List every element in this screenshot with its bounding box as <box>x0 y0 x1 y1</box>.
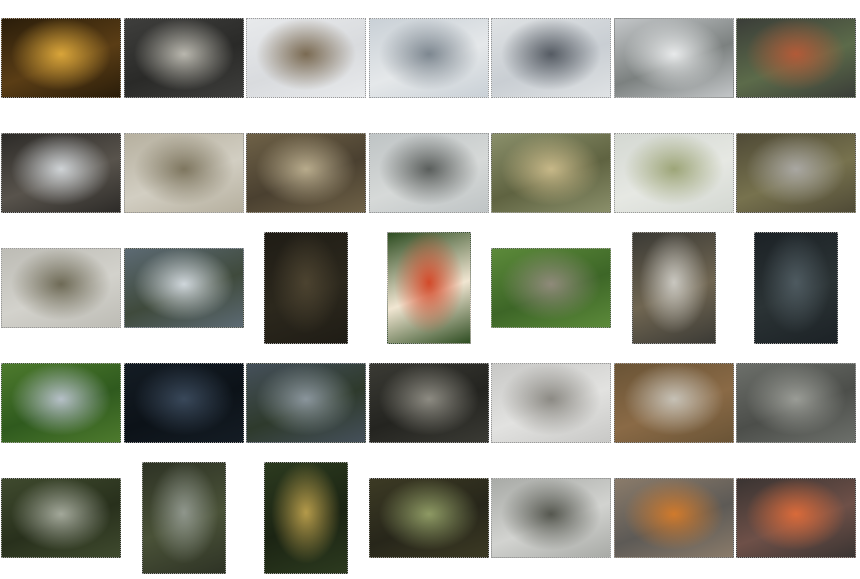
photo-thumbnail-bus-stop-sunset[interactable] <box>613 477 734 558</box>
thumbnail-cell <box>0 230 122 345</box>
photo-thumbnail-graffiti-hut-in-snow[interactable] <box>246 17 366 98</box>
thumbnail-cell <box>123 345 245 460</box>
thumbnail-cell <box>0 0 122 115</box>
photo-thumbnail-frosted-tree[interactable] <box>368 17 489 98</box>
thumbnail-cell <box>735 460 857 575</box>
photo-thumbnail-election-poster-three-men[interactable] <box>491 17 611 98</box>
photo-thumbnail-autumn-wetland-reflection[interactable] <box>491 132 611 213</box>
photo-thumbnail-fallen-tree-in-water[interactable] <box>754 231 838 344</box>
thumbnail-cell <box>123 115 245 230</box>
photo-thumbnail-wet-pebbles[interactable] <box>736 362 856 443</box>
photo-thumbnail-mossy-boulder[interactable] <box>368 477 489 558</box>
thumbnail-cell <box>0 460 122 575</box>
thumbnail-cell <box>245 0 367 115</box>
thumbnail-cell <box>735 230 857 345</box>
photo-thumbnail-bare-birch-trees[interactable] <box>246 132 366 213</box>
thumbnail-cell <box>368 460 490 575</box>
photo-thumbnail-puddle-tire-tracks[interactable] <box>368 362 489 443</box>
thumbnail-cell <box>613 230 735 345</box>
photo-thumbnail-dark-pine-needles[interactable] <box>264 231 348 344</box>
photo-gallery-grid <box>0 0 860 579</box>
thumbnail-cell <box>245 230 367 345</box>
thumbnail-cell <box>368 230 490 345</box>
thumbnail-cell <box>245 115 367 230</box>
thumbnail-cell <box>123 460 245 575</box>
photo-thumbnail-lake-view-dusk[interactable] <box>246 362 366 443</box>
thumbnail-cell <box>490 0 612 115</box>
thumbnail-cell <box>613 345 735 460</box>
photo-thumbnail-forest-cascade[interactable] <box>141 461 226 574</box>
thumbnail-cell <box>123 0 245 115</box>
photo-thumbnail-night-street-lanterns[interactable] <box>1 17 121 98</box>
thumbnail-cell <box>368 115 490 230</box>
thumbnail-cell <box>490 345 612 460</box>
photo-thumbnail-snow-branches-ground[interactable] <box>491 362 611 443</box>
photo-thumbnail-pedestrian-tunnel[interactable] <box>123 17 244 98</box>
photo-thumbnail-fly-agaric-mushrooms[interactable] <box>386 231 471 344</box>
thumbnail-cell <box>490 115 612 230</box>
thumbnail-cell <box>245 460 367 575</box>
photo-thumbnail-bare-tree-branches[interactable] <box>491 477 611 558</box>
photo-thumbnail-graffiti-wall-mural[interactable] <box>736 17 856 98</box>
photo-thumbnail-broken-trunks-frost[interactable] <box>631 231 716 344</box>
thumbnail-cell <box>490 230 612 345</box>
photo-thumbnail-tree-stump-in-grass[interactable] <box>491 247 611 328</box>
photo-thumbnail-waterfall-in-gorge[interactable] <box>1 477 121 558</box>
photo-thumbnail-pond-with-reeds[interactable] <box>736 132 856 213</box>
photo-thumbnail-sunset-clouds[interactable] <box>736 477 856 558</box>
thumbnail-cell <box>613 460 735 575</box>
photo-thumbnail-flooded-meadow-trees[interactable] <box>368 132 489 213</box>
thumbnail-cell <box>613 0 735 115</box>
thumbnail-cell <box>0 115 122 230</box>
photo-thumbnail-night-town-lights[interactable] <box>123 362 244 443</box>
photo-thumbnail-foggy-forest-road[interactable] <box>123 132 244 213</box>
photo-thumbnail-lone-tree-in-mist[interactable] <box>1 247 121 328</box>
thumbnail-cell <box>735 115 857 230</box>
photo-thumbnail-discarded-paper-on-leaves[interactable] <box>613 362 734 443</box>
thumbnail-cell <box>490 460 612 575</box>
thumbnail-cell <box>0 345 122 460</box>
photo-thumbnail-willow-in-fog[interactable] <box>613 132 734 213</box>
photo-thumbnail-green-hills-village[interactable] <box>1 362 121 443</box>
photo-thumbnail-lake-reflection-hills[interactable] <box>123 247 244 328</box>
thumbnail-cell <box>245 345 367 460</box>
thumbnail-cell <box>613 115 735 230</box>
photo-thumbnail-white-car-in-fog[interactable] <box>613 17 734 98</box>
thumbnail-cell <box>735 0 857 115</box>
photo-thumbnail-mossy-tree-trunk[interactable] <box>264 461 348 574</box>
thumbnail-cell <box>123 230 245 345</box>
photo-thumbnail-snowy-forest-path[interactable] <box>1 132 121 213</box>
thumbnail-cell <box>735 345 857 460</box>
thumbnail-cell <box>368 0 490 115</box>
thumbnail-cell <box>368 345 490 460</box>
